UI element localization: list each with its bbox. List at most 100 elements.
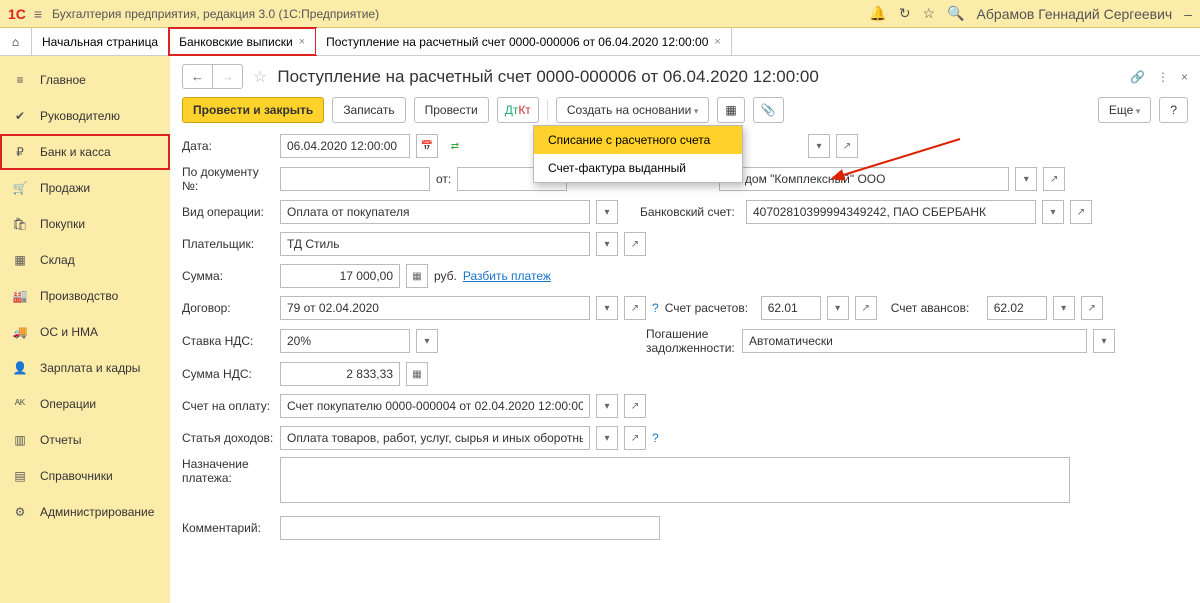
history-icon[interactable]: ↻ [899, 5, 911, 22]
dropdown-icon[interactable]: ▾ [596, 394, 618, 418]
main-area: ← → ☆ Поступление на расчетный счет 0000… [170, 56, 1200, 603]
sidebar-item-warehouse[interactable]: ▦Склад [0, 242, 170, 278]
sidebar-item-hr[interactable]: 👤Зарплата и кадры [0, 350, 170, 386]
app-title: Бухгалтерия предприятия, редакция 3.0 (1… [52, 7, 379, 21]
sidebar-item-operations[interactable]: ᴬᴷОперации [0, 386, 170, 422]
help-icon[interactable]: ? [652, 301, 659, 315]
save-button[interactable]: Записать [332, 97, 405, 123]
dropdown-icon[interactable]: ▾ [596, 200, 618, 224]
open-icon[interactable]: ↗ [1070, 200, 1092, 224]
open-icon[interactable]: ↗ [624, 426, 646, 450]
dropdown-icon[interactable]: ▾ [1042, 200, 1064, 224]
sum-field[interactable] [280, 264, 400, 288]
income-field[interactable] [280, 426, 590, 450]
cart-icon: 🛒 [12, 181, 28, 195]
dropdown-icon[interactable]: ▾ [1015, 167, 1037, 191]
logo-1c: 1C [8, 6, 26, 22]
create-based-button[interactable]: Создать на основании [556, 97, 710, 123]
close-icon[interactable]: × [1181, 70, 1188, 84]
adv-field[interactable] [987, 296, 1047, 320]
sidebar-item-manager[interactable]: ✔Руководителю [0, 98, 170, 134]
sidebar-item-refs[interactable]: ▤Справочники [0, 458, 170, 494]
sidebar-item-sales[interactable]: 🛒Продажи [0, 170, 170, 206]
contract-field[interactable] [280, 296, 590, 320]
close-icon[interactable]: × [299, 36, 305, 48]
open-icon[interactable]: ↗ [1043, 167, 1065, 191]
invoice-field[interactable] [280, 394, 590, 418]
sidebar-item-bank[interactable]: ₽Банк и касса [0, 134, 170, 170]
open-icon[interactable]: ↗ [624, 394, 646, 418]
tab-receipt[interactable]: Поступление на расчетный счет 0000-00000… [316, 28, 732, 55]
acct-field[interactable] [761, 296, 821, 320]
sidebar-item-production[interactable]: 🏭Производство [0, 278, 170, 314]
open-icon[interactable]: ↗ [1081, 296, 1103, 320]
post-button[interactable]: Провести [414, 97, 489, 123]
dropdown-icon[interactable]: ▾ [416, 329, 438, 353]
purpose-field[interactable] [280, 457, 1070, 503]
calc-icon[interactable]: ▦ [406, 362, 428, 386]
vatrate-field[interactable] [280, 329, 410, 353]
sidebar-item-purchases[interactable]: 🛍Покупки [0, 206, 170, 242]
tab-bank-label: Банковские выписки [179, 35, 293, 49]
annotation-arrow [830, 134, 970, 184]
ruble-icon: ₽ [12, 145, 28, 159]
dropdown-icon[interactable]: ▾ [596, 232, 618, 256]
dtkt-button[interactable]: ДтКт [497, 97, 539, 123]
dropdown-icon[interactable]: ▾ [596, 296, 618, 320]
post-close-button[interactable]: Провести и закрыть [182, 97, 324, 123]
back-button[interactable]: ← [183, 65, 213, 88]
vatsum-field[interactable] [280, 362, 400, 386]
calendar-icon[interactable]: 📅 [416, 134, 438, 158]
dropdown-icon[interactable]: ▾ [1053, 296, 1075, 320]
chart-icon: ▥ [12, 433, 28, 447]
bank-field[interactable] [746, 200, 1036, 224]
label-sum: Сумма: [182, 269, 274, 283]
structure-icon[interactable]: ▦ [717, 97, 744, 123]
star-icon[interactable]: ☆ [923, 5, 936, 22]
docno-field[interactable] [280, 167, 430, 191]
comment-field[interactable] [280, 516, 660, 540]
attach-icon[interactable]: 📎 [753, 97, 784, 123]
dd-item-invoice-out[interactable]: Счет-фактура выданный [534, 154, 742, 182]
dropdown-icon[interactable]: ▾ [1093, 329, 1115, 353]
menu-icon: ≡ [12, 73, 28, 87]
bell-icon[interactable]: 🔔 [869, 5, 886, 22]
dropdown-icon[interactable]: ▾ [808, 134, 830, 158]
more-button[interactable]: Еще [1098, 97, 1151, 123]
sidebar-item-assets[interactable]: 🚚ОС и НМА [0, 314, 170, 350]
open-icon[interactable]: ↗ [624, 296, 646, 320]
split-link[interactable]: Разбить платеж [463, 269, 551, 283]
dropdown-icon[interactable]: ▾ [596, 426, 618, 450]
help-icon[interactable]: ? [652, 431, 659, 445]
payer-field[interactable] [280, 232, 590, 256]
forward-button[interactable]: → [213, 65, 242, 88]
close-icon[interactable]: × [714, 36, 720, 48]
favorite-icon[interactable]: ☆ [253, 67, 267, 87]
menu-icon[interactable]: ≡ [34, 6, 42, 22]
label-bank: Банковский счет: [640, 205, 740, 219]
op-field[interactable] [280, 200, 590, 224]
sidebar-item-reports[interactable]: ▥Отчеты [0, 422, 170, 458]
help-button[interactable]: ? [1159, 97, 1188, 123]
kebab-icon[interactable]: ⋮ [1157, 70, 1169, 84]
dropdown-icon[interactable]: ▾ [827, 296, 849, 320]
sidebar-item-admin[interactable]: ⚙Администрирование [0, 494, 170, 530]
link-icon[interactable]: 🔗 [1130, 70, 1145, 84]
search-icon[interactable]: 🔍 [947, 5, 964, 22]
debt-field[interactable] [742, 329, 1087, 353]
open-icon[interactable]: ↗ [624, 232, 646, 256]
open-icon[interactable]: ↗ [855, 296, 877, 320]
factory-icon: 🏭 [12, 289, 28, 303]
calc-icon[interactable]: ▦ [406, 264, 428, 288]
minimize-icon[interactable]: – [1184, 6, 1192, 22]
label-purpose: Назначение платежа: [182, 457, 274, 485]
dd-item-writeoff[interactable]: Списание с расчетного счета [534, 126, 742, 154]
tab-bank-statements[interactable]: Банковские выписки × [169, 28, 316, 55]
exchange-icon[interactable]: ⇄ [444, 134, 466, 158]
user-name[interactable]: Абрамов Геннадий Сергеевич [977, 6, 1173, 22]
home-icon[interactable]: ⌂ [0, 28, 32, 55]
sidebar-item-main[interactable]: ≡Главное [0, 62, 170, 98]
tab-home[interactable]: Начальная страница [32, 28, 169, 55]
date-field[interactable] [280, 134, 410, 158]
gear-icon: ⚙ [12, 505, 28, 519]
